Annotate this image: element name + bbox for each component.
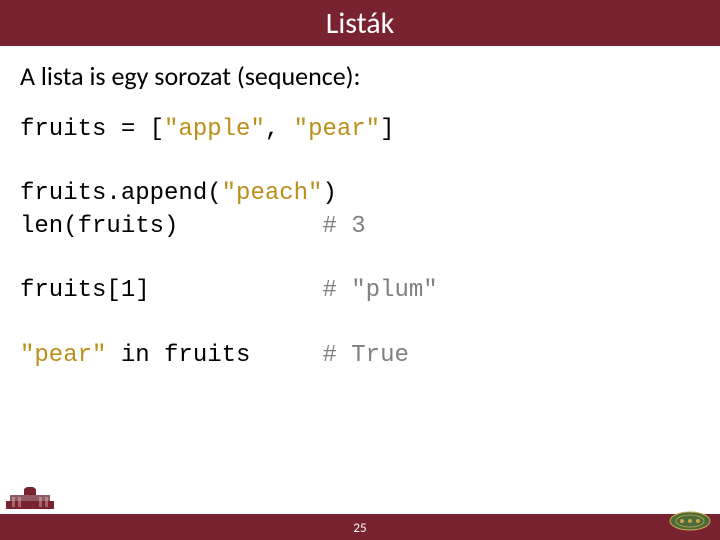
page-number: 25 [0, 521, 720, 536]
title-bar: Listák [0, 0, 720, 46]
intro-text: A lista is egy sorozat (sequence): [20, 60, 700, 92]
blank-line [20, 243, 700, 275]
code-line-4: fruits[1] # "plum" [20, 275, 700, 307]
footer-bar: 25 [0, 514, 720, 540]
code-line-2: fruits.append("peach") [20, 178, 700, 210]
slide: Listák A lista is egy sorozat (sequence)… [0, 0, 720, 540]
code-block: fruits = ["apple", "pear"] fruits.append… [20, 114, 700, 372]
code-line-1: fruits = ["apple", "pear"] [20, 114, 700, 146]
blank-line [20, 308, 700, 340]
department-logo-icon [668, 511, 712, 536]
content-area: A lista is egy sorozat (sequence): fruit… [0, 46, 720, 372]
code-line-3: len(fruits) # 3 [20, 211, 700, 243]
slide-title: Listák [326, 5, 395, 42]
code-line-5: "pear" in fruits # True [20, 340, 700, 372]
university-logo-icon [6, 487, 54, 514]
blank-line [20, 146, 700, 178]
